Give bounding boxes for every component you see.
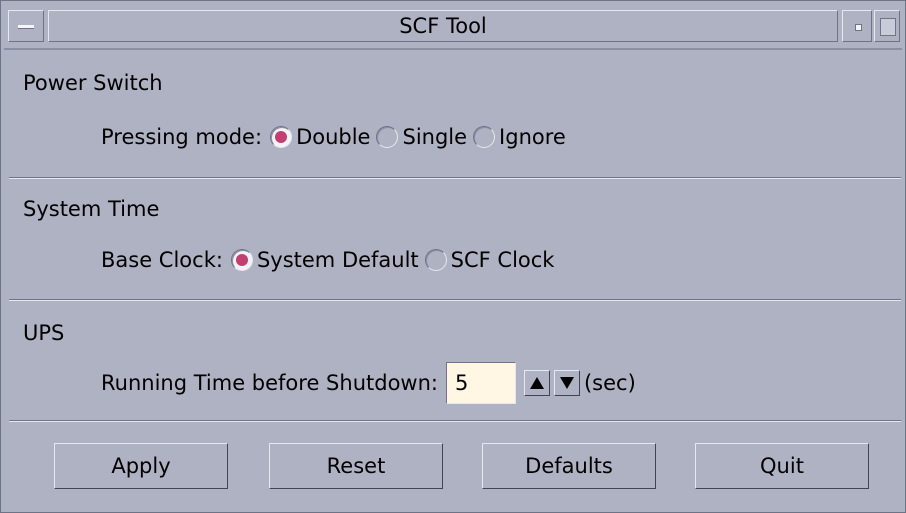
quit-button[interactable]: Quit	[695, 443, 869, 489]
divider	[9, 177, 901, 179]
window-menu-button[interactable]	[8, 10, 44, 42]
base-clock-label: Base Clock:	[101, 248, 223, 272]
radio-single[interactable]: Single	[376, 125, 467, 149]
minimize-icon	[855, 24, 862, 31]
running-time-unit: (sec)	[583, 371, 636, 395]
arrow-down-icon	[559, 377, 574, 389]
radio-selected-icon	[230, 249, 253, 271]
window-title: SCF Tool	[48, 10, 838, 42]
decrement-button[interactable]	[553, 370, 580, 396]
system-time-heading: System Time	[23, 197, 160, 221]
radio-scf-clock[interactable]: SCF Clock	[424, 248, 555, 272]
title-bar[interactable]: SCF Tool	[4, 4, 902, 50]
apply-button[interactable]: Apply	[54, 443, 228, 489]
radio-ignore[interactable]: Ignore	[473, 125, 566, 149]
power-switch-heading: Power Switch	[23, 71, 163, 95]
radio-double-label: Double	[296, 125, 371, 149]
maximize-icon	[880, 18, 896, 36]
radio-single-label: Single	[402, 125, 468, 149]
pressing-mode-label: Pressing mode:	[101, 125, 263, 149]
running-time-input[interactable]: 5	[445, 362, 516, 404]
radio-ignore-label: Ignore	[499, 125, 566, 149]
radio-unselected-icon	[376, 126, 399, 148]
divider	[9, 420, 901, 422]
radio-system-default-label: System Default	[256, 248, 419, 272]
divider	[9, 299, 901, 301]
radio-scf-clock-label: SCF Clock	[450, 248, 555, 272]
radio-system-default[interactable]: System Default	[230, 248, 419, 272]
minimize-button[interactable]	[842, 10, 872, 42]
radio-unselected-icon	[424, 249, 447, 271]
scf-tool-window: SCF Tool Power Switch Pressing mode: Dou…	[0, 0, 906, 513]
pressing-mode-row: Pressing mode: Double Single Ignore	[101, 121, 572, 153]
base-clock-row: Base Clock: System Default SCF Clock	[101, 244, 560, 276]
running-time-row: Running Time before Shutdown: 5 (sec)	[101, 361, 636, 405]
window-menu-icon	[18, 25, 34, 29]
ups-heading: UPS	[23, 321, 65, 345]
maximize-button[interactable]	[874, 10, 900, 42]
increment-button[interactable]	[523, 370, 550, 396]
running-time-label: Running Time before Shutdown:	[101, 371, 438, 395]
radio-double[interactable]: Double	[270, 125, 370, 149]
radio-selected-icon	[270, 126, 293, 148]
arrow-up-icon	[529, 377, 544, 389]
radio-unselected-icon	[473, 126, 496, 148]
reset-button[interactable]: Reset	[269, 443, 443, 489]
defaults-button[interactable]: Defaults	[482, 443, 656, 489]
